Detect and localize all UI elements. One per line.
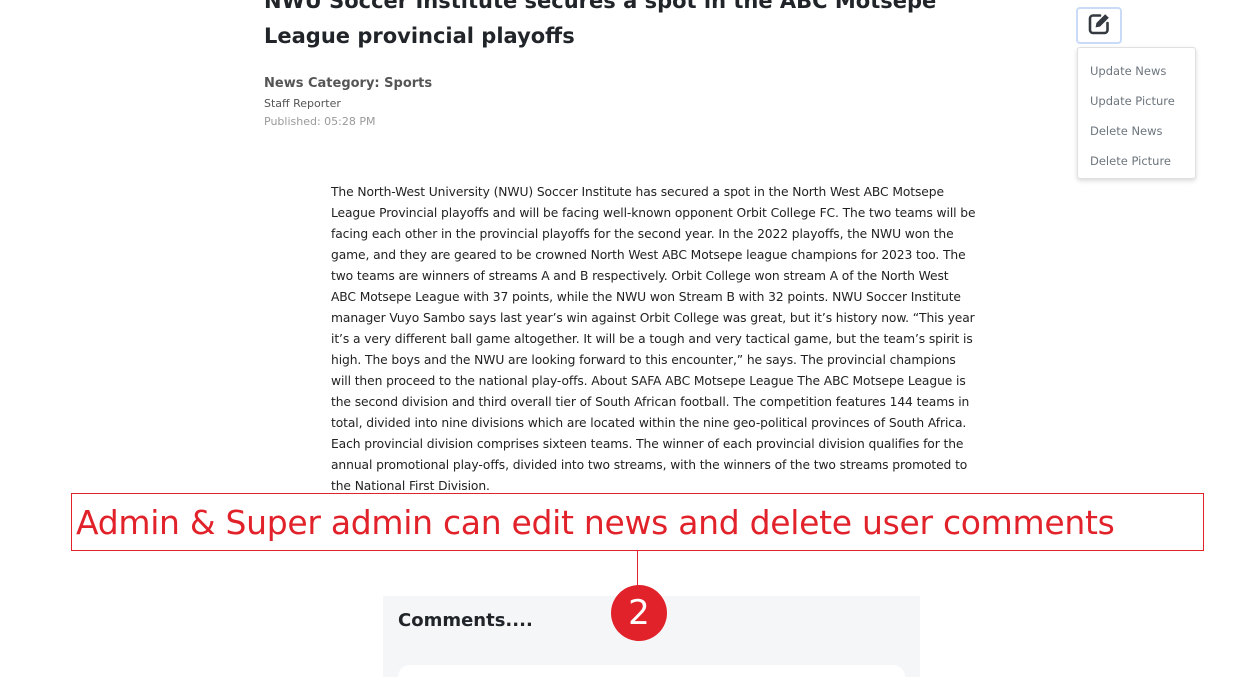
comments-title: Comments.... [398, 610, 533, 631]
comment-card [398, 665, 905, 695]
annotation-callout: Admin & Super admin can edit news and de… [71, 493, 1204, 551]
article-body: The North-West University (NWU) Soccer I… [331, 185, 976, 493]
menu-item-update-news[interactable]: Update News [1078, 56, 1195, 86]
annotation-badge: 2 [611, 585, 667, 641]
article-title: NWU Soccer Institute secures a spot in t… [264, 0, 937, 48]
article-reporter: Staff Reporter [264, 97, 341, 110]
edit-menu-button[interactable] [1076, 7, 1122, 44]
edit-icon [1087, 12, 1111, 40]
menu-item-update-picture[interactable]: Update Picture [1078, 86, 1195, 116]
news-category: News Category: Sports [264, 76, 433, 91]
published-time: Published: 05:28 PM [264, 115, 376, 128]
menu-item-delete-picture[interactable]: Delete Picture [1078, 146, 1195, 176]
annotation-connector [637, 551, 638, 587]
menu-item-delete-news[interactable]: Delete News [1078, 116, 1195, 146]
annotation-text: Admin & Super admin can edit news and de… [76, 503, 1115, 542]
edit-dropdown-menu: Update News Update Picture Delete News D… [1077, 47, 1196, 179]
